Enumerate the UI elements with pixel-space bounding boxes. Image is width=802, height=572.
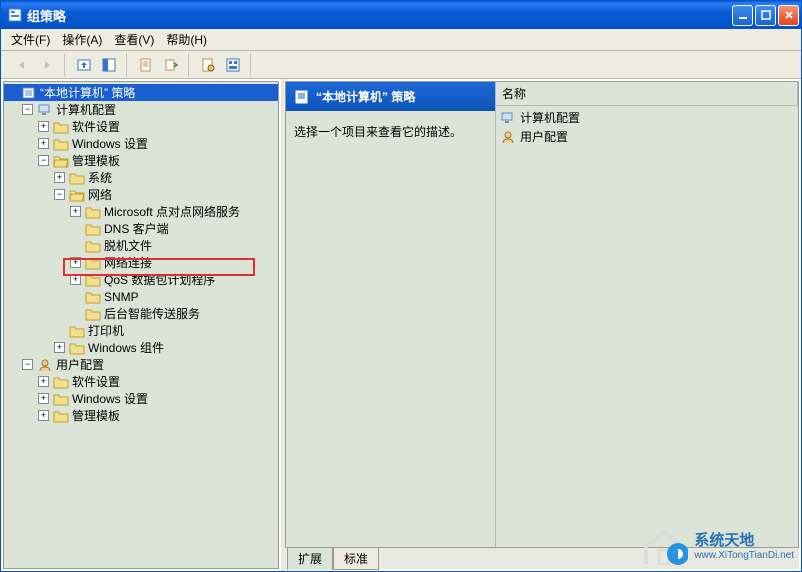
tree-computer-config[interactable]: − 计算机配置 [20,101,278,118]
user-icon [500,130,516,144]
tree-system[interactable]: +系统 [52,169,278,186]
menu-bar: 文件(F) 操作(A) 查看(V) 帮助(H) [1,29,801,51]
tab-standard[interactable]: 标准 [333,547,379,570]
menu-help[interactable]: 帮助(H) [160,29,213,50]
tree-software-settings[interactable]: +软件设置 [36,118,278,135]
tab-extended[interactable]: 扩展 [287,547,333,570]
tree-user-config[interactable]: −用户配置 [20,356,278,373]
back-button [11,54,33,76]
details-header-text: “本地计算机” 策略 [316,88,415,105]
tree-ms-p2p[interactable]: +Microsoft 点对点网络服务 [68,203,278,220]
list-header: 名称 [496,82,798,106]
export-button[interactable] [160,54,182,76]
details-header: “本地计算机” 策略 [286,82,495,111]
folder-icon [85,256,101,270]
toolbar [1,51,801,79]
description-text: 选择一个项目来查看它的描述。 [286,111,495,152]
list-item-user[interactable]: 用户配置 [496,127,798,146]
computer-icon [500,111,516,125]
folder-icon [53,375,69,389]
col-name[interactable]: 名称 [496,82,798,105]
folder-open-icon [69,188,85,202]
menu-file[interactable]: 文件(F) [5,29,56,50]
up-button[interactable] [73,54,95,76]
menu-action[interactable]: 操作(A) [56,29,108,50]
minimize-button[interactable] [732,5,753,26]
list-item-computer[interactable]: 计算机配置 [496,108,798,127]
tree-pane[interactable]: “本地计算机” 策略 − 计算机配置 +软件设置 +Windows 设置 [3,81,279,569]
folder-icon [85,222,101,236]
folder-icon [53,137,69,151]
forward-button [36,54,58,76]
tree-network-connections[interactable]: +网络连接 [68,254,278,271]
tree-root-label: “本地计算机” 策略 [40,84,135,101]
window-title: 组策略 [27,6,732,25]
tree-network[interactable]: −网络 [52,186,278,203]
folder-icon [53,120,69,134]
app-icon [7,7,23,23]
watermark-url: www.XiTongTianDi.net [694,550,794,561]
tree-offline-files[interactable]: 脱机文件 [68,237,278,254]
maximize-button[interactable] [755,5,776,26]
titlebar[interactable]: 组策略 [1,1,801,29]
properties-button[interactable] [135,54,157,76]
tree-uc-admin[interactable]: +管理模板 [36,407,278,424]
folder-open-icon [53,154,69,168]
folder-icon [69,171,85,185]
folder-icon [85,239,101,253]
tree-uc-windows[interactable]: +Windows 设置 [36,390,278,407]
folder-icon [85,273,101,287]
tree-dns-client[interactable]: DNS 客户端 [68,220,278,237]
tree-admin-templates[interactable]: −管理模板 [36,152,278,169]
folder-icon [69,324,85,338]
folder-icon [85,290,101,304]
watermark: 系统天地 www.XiTongTianDi.net [640,524,794,566]
template-button[interactable] [222,54,244,76]
watermark-text: 系统天地 [694,532,754,549]
close-button[interactable] [778,5,799,26]
computer-icon [37,103,53,117]
folder-icon [53,409,69,423]
tree-uc-software[interactable]: +软件设置 [36,373,278,390]
folder-icon [85,205,101,219]
tree-windows-settings[interactable]: +Windows 设置 [36,135,278,152]
watermark-logo-icon [640,524,688,566]
app-window: 组策略 文件(F) 操作(A) 查看(V) 帮助(H) [0,0,802,572]
filter-button[interactable] [197,54,219,76]
user-icon [37,358,53,372]
tree-root[interactable]: “本地计算机” 策略 [4,84,278,101]
tree-bits[interactable]: 后台智能传送服务 [68,305,278,322]
tree-qos[interactable]: +QoS 数据包计划程序 [68,271,278,288]
tree-windows-components[interactable]: +Windows 组件 [52,339,278,356]
tree-snmp[interactable]: SNMP [68,288,278,305]
tree-printers[interactable]: 打印机 [52,322,278,339]
policy-icon [294,89,310,105]
main-area: “本地计算机” 策略 − 计算机配置 +软件设置 +Windows 设置 [1,79,801,571]
folder-icon [69,341,85,355]
show-hide-tree-button[interactable] [98,54,120,76]
policy-icon [21,86,37,100]
folder-icon [85,307,101,321]
menu-view[interactable]: 查看(V) [108,29,160,50]
folder-icon [53,392,69,406]
details-pane: “本地计算机” 策略 选择一个项目来查看它的描述。 名称 计算机配置 [285,81,799,569]
